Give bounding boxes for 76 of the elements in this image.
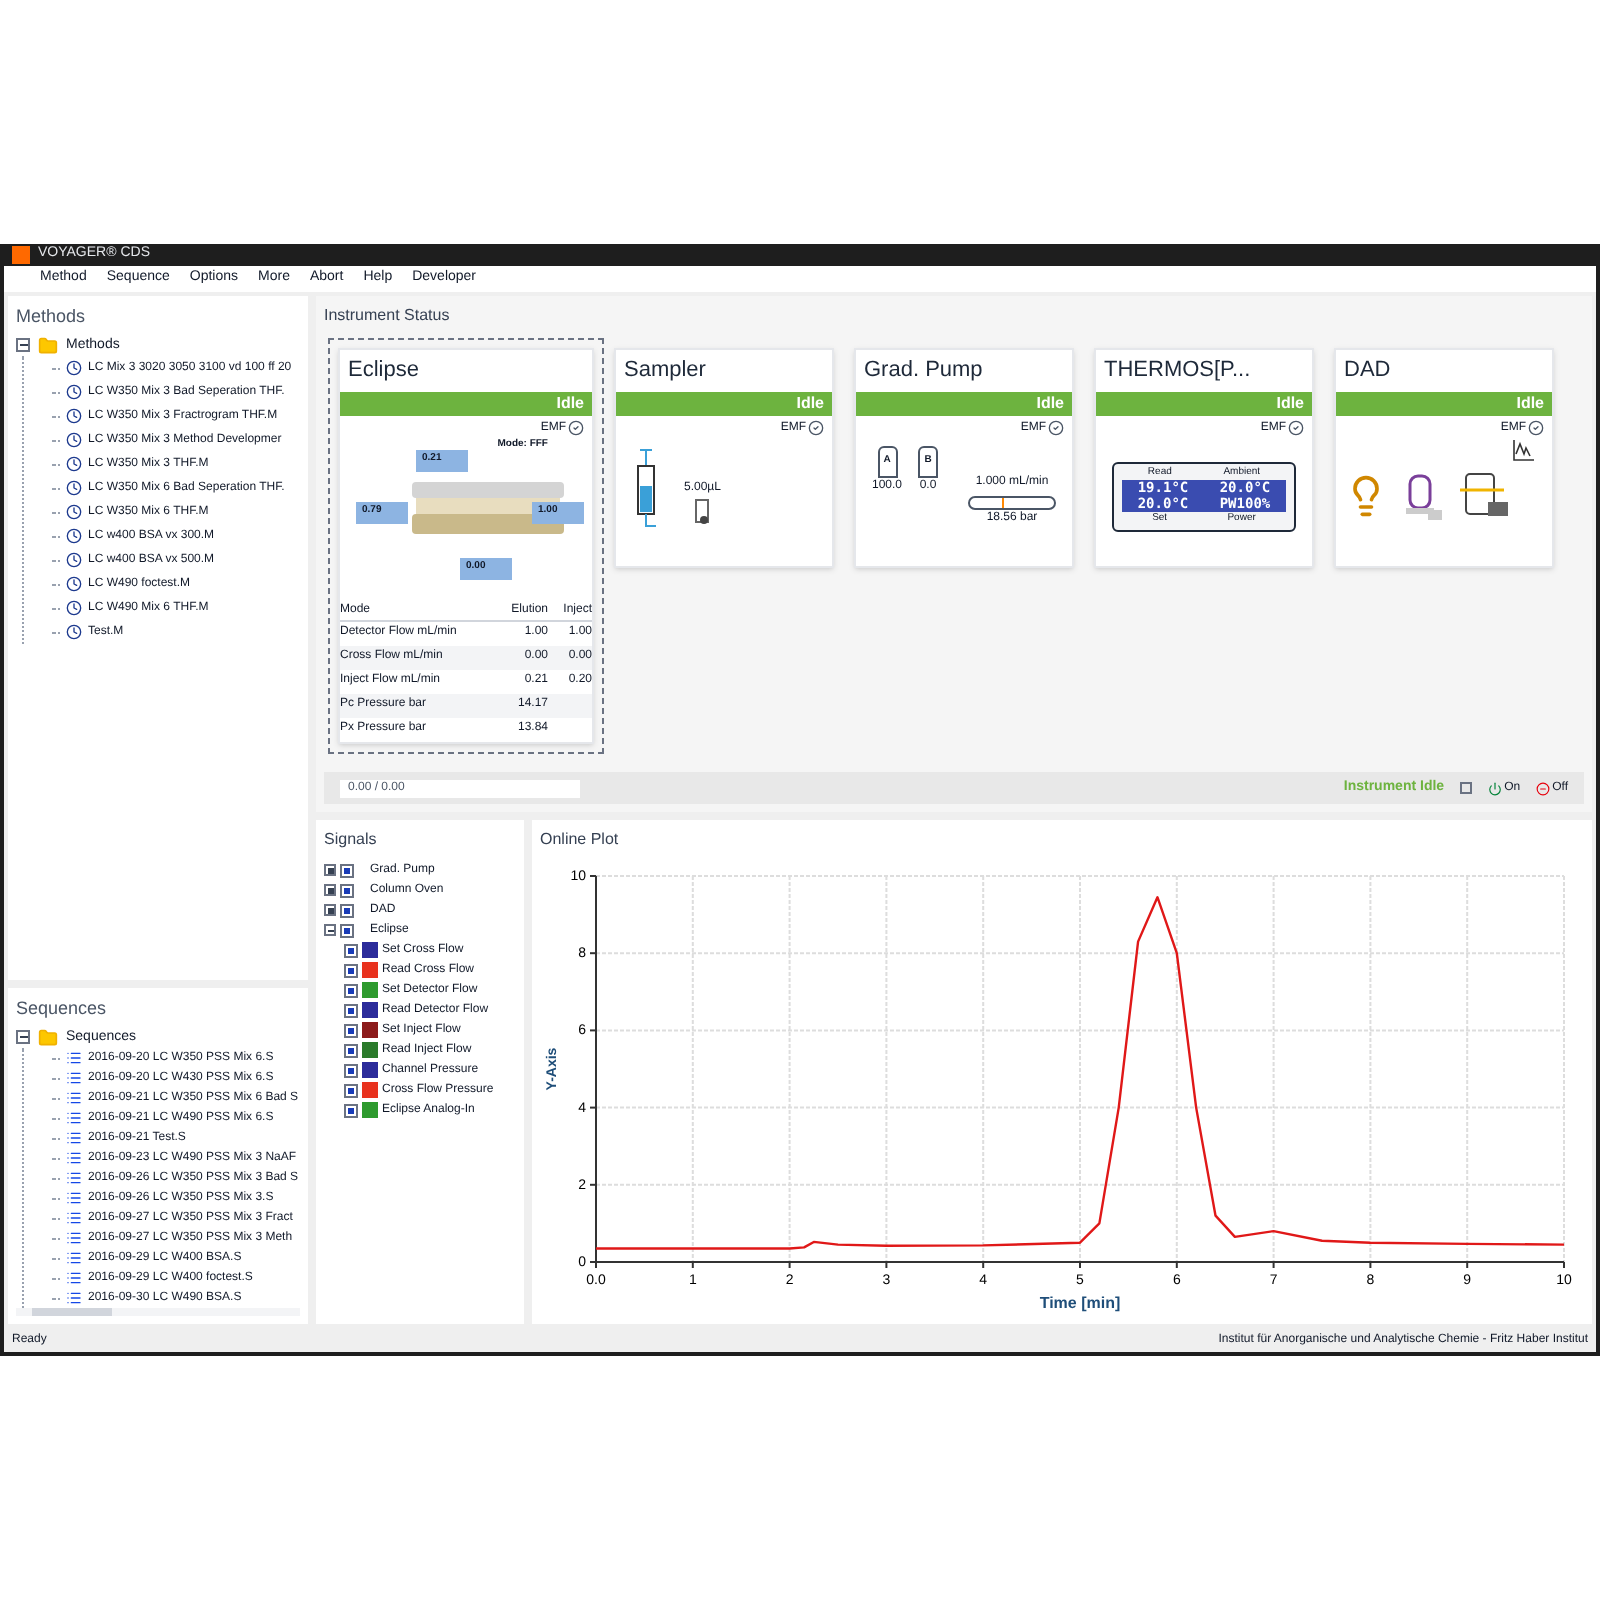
method-file-icon [66, 504, 82, 520]
method-file-icon [66, 576, 82, 592]
checkbox[interactable] [340, 863, 354, 877]
syringe-icon [632, 445, 660, 533]
sequence-file-icon [66, 1050, 82, 1066]
method-file-icon [66, 600, 82, 616]
expand-toggle-icon[interactable] [324, 924, 336, 936]
status-bar: Idle [340, 391, 592, 415]
minus-circle-icon [1536, 781, 1551, 795]
sequence-file-icon [66, 1110, 82, 1126]
checkbox[interactable] [340, 923, 354, 937]
check-circle-icon [1528, 420, 1544, 436]
sequence-file-icon [66, 1170, 82, 1186]
expand-toggle-icon[interactable] [324, 904, 336, 916]
sequence-file-icon [66, 1130, 82, 1146]
power-icon [1488, 781, 1503, 795]
sequence-file-icon [66, 1250, 82, 1266]
checkbox[interactable] [344, 1023, 358, 1037]
checkbox[interactable] [344, 943, 358, 957]
sequence-file-icon [66, 1070, 82, 1086]
checkbox[interactable] [344, 963, 358, 977]
expand-toggle-icon[interactable] [324, 864, 336, 876]
check-circle-icon [808, 420, 824, 436]
vial-icon [694, 497, 711, 525]
folder-icon [38, 1027, 58, 1048]
lamp-module-icon [1404, 469, 1444, 521]
info-icon [1460, 782, 1473, 794]
method-file-icon [66, 528, 82, 544]
expand-toggle-icon[interactable] [324, 884, 336, 896]
method-file-icon [66, 552, 82, 568]
sequence-file-icon [66, 1270, 82, 1286]
sequence-file-icon [66, 1290, 82, 1306]
status-bar: Idle [856, 391, 1072, 415]
spectrum-icon [1512, 437, 1536, 461]
sequence-file-icon [66, 1230, 82, 1246]
panel-title: Sequences [16, 996, 109, 1022]
checkbox[interactable] [344, 1103, 358, 1117]
check-circle-icon [1048, 420, 1064, 436]
method-file-icon [66, 456, 82, 472]
card-title: DAD [1342, 356, 1393, 386]
app-logo-icon [12, 246, 30, 264]
status-bar: Idle [1336, 391, 1552, 415]
checkbox[interactable] [340, 883, 354, 897]
sequence-file-icon [66, 1190, 82, 1206]
panel-title: Instrument Status [324, 304, 452, 328]
expand-toggle-icon[interactable] [16, 338, 30, 353]
card-title: Eclipse [346, 356, 421, 386]
sequence-file-icon [66, 1150, 82, 1166]
method-file-icon [66, 408, 82, 424]
method-file-icon [66, 432, 82, 448]
card-title: Grad. Pump [862, 356, 985, 386]
card-title: Sampler [622, 356, 708, 386]
method-file-icon [66, 384, 82, 400]
panel-title: Methods [16, 304, 88, 330]
status-bar: Idle [616, 391, 832, 415]
status-bar: Idle [1096, 391, 1312, 415]
checkbox[interactable] [344, 983, 358, 997]
x-axis-title: Time [min] [1039, 1294, 1121, 1312]
expand-toggle-icon[interactable] [16, 1030, 30, 1045]
sequence-file-icon [66, 1210, 82, 1226]
panel-title: Signals [324, 828, 379, 852]
panel-title: Online Plot [540, 828, 621, 852]
checkbox[interactable] [344, 1003, 358, 1017]
method-file-icon [66, 480, 82, 496]
checkbox[interactable] [344, 1083, 358, 1097]
folder-icon [38, 335, 58, 356]
check-circle-icon [568, 420, 584, 436]
checkbox[interactable] [344, 1063, 358, 1077]
method-file-icon [66, 624, 82, 640]
sequence-file-icon [66, 1090, 82, 1106]
checkbox[interactable] [344, 1043, 358, 1057]
card-title: THERMOS[P... [1102, 356, 1253, 386]
method-file-icon [66, 360, 82, 376]
horizontal-scrollbar[interactable] [16, 1308, 300, 1316]
checkbox[interactable] [340, 903, 354, 917]
check-circle-icon [1288, 420, 1304, 436]
